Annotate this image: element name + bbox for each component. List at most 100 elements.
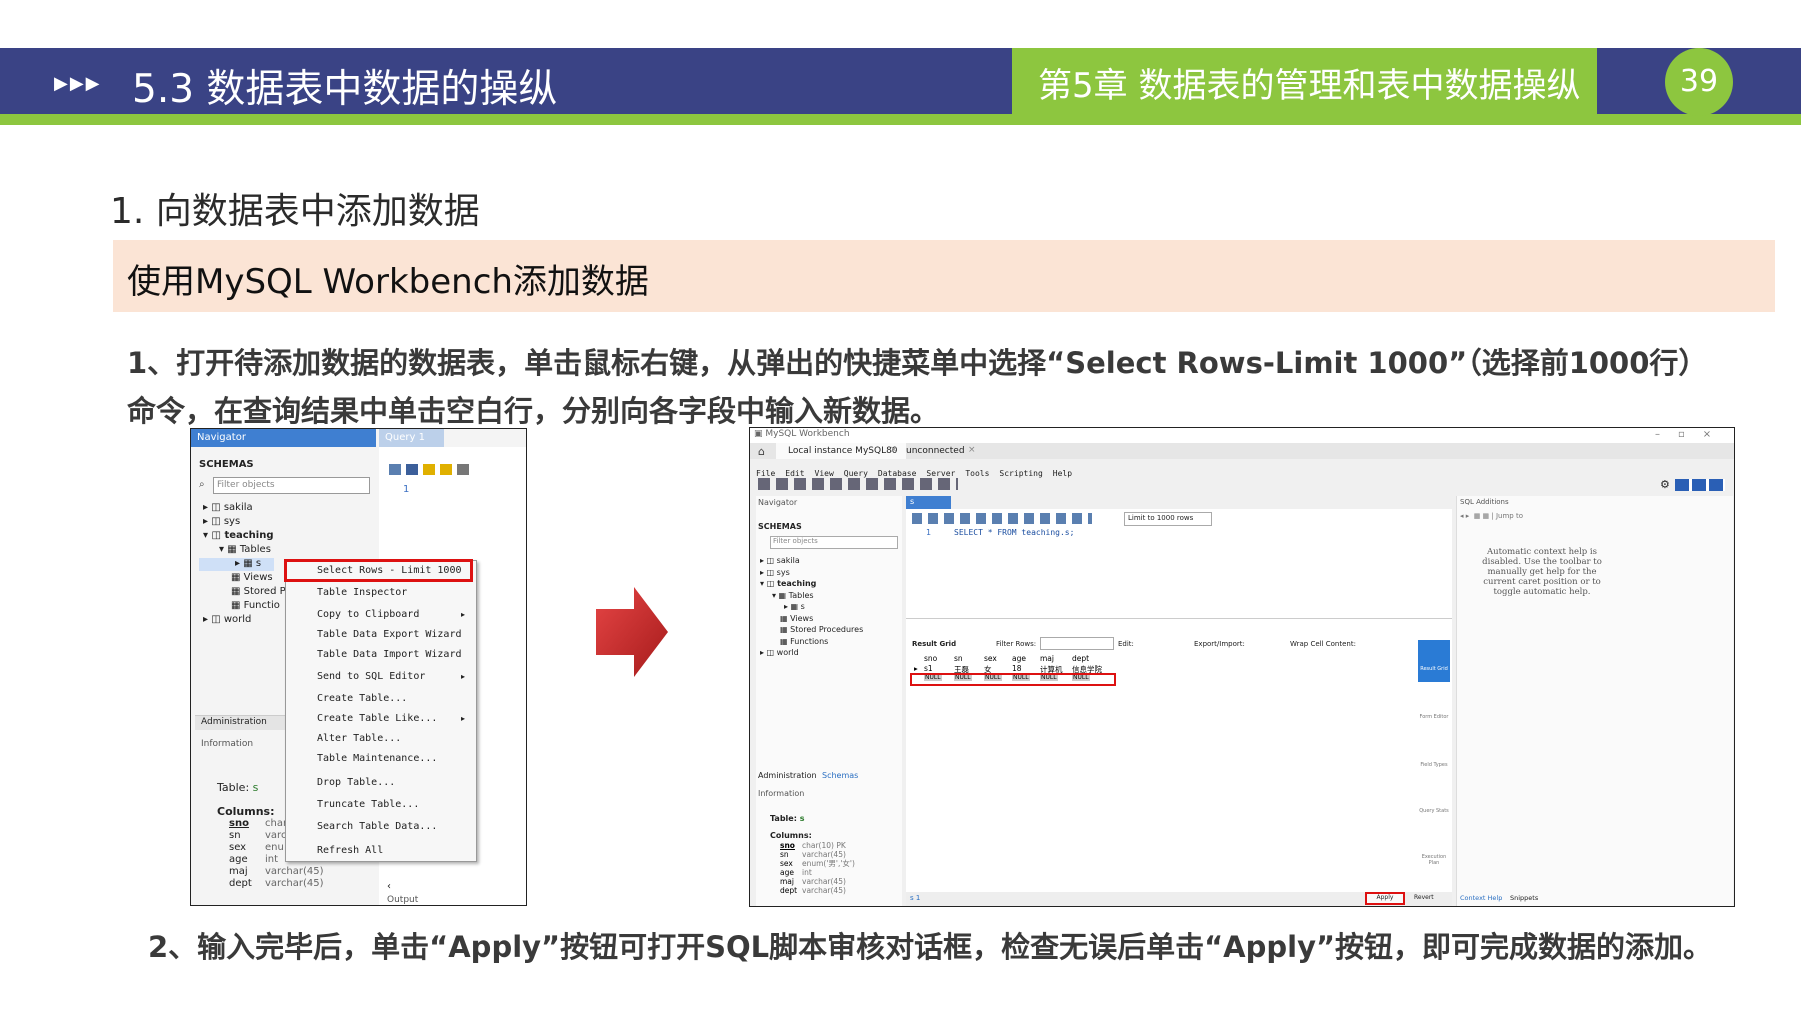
- result-grid-side-button[interactable]: [1418, 640, 1450, 682]
- column-row: dept varchar(45): [229, 878, 324, 890]
- menu-send-sql-editor[interactable]: Send to SQL Editor: [317, 671, 425, 682]
- tab-unconnected[interactable]: unconnected: [906, 446, 965, 456]
- column-type: varchar(45): [802, 886, 846, 895]
- jump-to[interactable]: Jump to: [1496, 512, 1523, 520]
- side-query-stats[interactable]: Query Stats: [1418, 808, 1450, 814]
- tree-tables[interactable]: ▾ ▦ Tables: [219, 544, 271, 555]
- menu-alter-table[interactable]: Alter Table...: [317, 733, 401, 744]
- grid-header: sn: [954, 654, 963, 663]
- tree-item[interactable]: ▸ ◫ world: [760, 647, 863, 659]
- menu-truncate-table[interactable]: Truncate Table...: [317, 799, 419, 810]
- column-name: maj: [780, 877, 794, 886]
- menu-view[interactable]: View: [815, 469, 834, 478]
- tree-item[interactable]: ▾ ▦ Tables: [760, 590, 863, 602]
- tree-item[interactable]: ▦ Views: [760, 613, 863, 625]
- app-title: ▣ MySQL Workbench: [754, 429, 850, 439]
- editor-toolbar[interactable]: [912, 513, 1092, 524]
- menu-table-maintenance[interactable]: Table Maintenance...: [317, 753, 437, 764]
- chapter-title: 第5章 数据表的管理和表中数据操纵: [1038, 66, 1581, 106]
- tree-label: Functio: [243, 600, 280, 611]
- tree-world[interactable]: ▸ ◫ world: [203, 614, 251, 625]
- help-nav[interactable]: ◂ ▸ ▦ ▦ | Jump to: [1460, 512, 1523, 520]
- column-name: sex: [229, 842, 247, 853]
- menu-create-table[interactable]: Create Table...: [317, 693, 407, 704]
- menu-tools[interactable]: Tools: [965, 469, 989, 478]
- app-title-text: MySQL Workbench: [765, 429, 850, 439]
- tree-label: sys: [776, 567, 790, 577]
- schemas-label: SCHEMAS: [199, 459, 254, 470]
- menu-help[interactable]: Help: [1053, 469, 1072, 478]
- menu-server[interactable]: Server: [926, 469, 955, 478]
- menu-import-wizard[interactable]: Table Data Import Wizard: [317, 649, 462, 660]
- grid-header-row: sno sn sex age maj dept: [914, 654, 1108, 664]
- side-field-types[interactable]: Field Types: [1418, 762, 1450, 768]
- tree-table-s[interactable]: ▸ ▦ s: [235, 558, 261, 569]
- grid-header: sno: [924, 654, 938, 663]
- tree-stored[interactable]: ▦ Stored P: [231, 586, 286, 597]
- tree-item[interactable]: ▸ ▦ s: [760, 601, 863, 613]
- filter-rows-input[interactable]: [1040, 637, 1114, 650]
- window-controls[interactable]: –▫×: [1655, 429, 1729, 440]
- edit-label: Edit:: [1118, 640, 1134, 648]
- tree-teaching[interactable]: ▾ ◫ teaching: [203, 530, 274, 541]
- menu-edit[interactable]: Edit: [785, 469, 804, 478]
- home-icon[interactable]: ⌂: [758, 445, 765, 458]
- apply-label: Apply: [1376, 894, 1394, 901]
- tree-sys[interactable]: ▸ ◫ sys: [203, 516, 240, 527]
- result-grid-label[interactable]: Result Grid: [912, 640, 956, 648]
- editor-pane[interactable]: [906, 509, 1452, 906]
- side-execution-plan[interactable]: Execution Plan: [1418, 854, 1450, 866]
- tree-item[interactable]: ▦ Functions: [760, 636, 863, 648]
- menu-scripting[interactable]: Scripting: [999, 469, 1042, 478]
- column-name: dept: [780, 886, 798, 895]
- header-underline: [0, 114, 1801, 125]
- tree-sakila[interactable]: ▸ ◫ sakila: [203, 502, 253, 513]
- main-toolbar[interactable]: [758, 478, 958, 490]
- tree-item[interactable]: ▾ ◫ teaching: [760, 578, 863, 590]
- table-info: Table: s: [217, 781, 258, 794]
- layout-toggle-icons[interactable]: [1675, 479, 1725, 491]
- limit-select-value: Limit to 1000 rows: [1128, 514, 1194, 522]
- menu-select-rows[interactable]: Select Rows - Limit 1000: [317, 565, 462, 576]
- revert-button[interactable]: Revert: [1414, 894, 1434, 901]
- menu-export-wizard[interactable]: Table Data Export Wizard: [317, 629, 462, 640]
- banner-text: 使用MySQL Workbench添加数据: [127, 262, 649, 302]
- close-icon[interactable]: ×: [968, 445, 976, 455]
- tree-item[interactable]: ▸ ◫ sys: [760, 567, 863, 579]
- menu-query[interactable]: Query: [844, 469, 868, 478]
- tree-functions[interactable]: ▦ Functio: [231, 600, 280, 611]
- admin-tab[interactable]: Administration: [758, 771, 817, 780]
- context-help-tab[interactable]: Context Help: [1460, 894, 1502, 902]
- tree-views[interactable]: ▦ Views: [231, 572, 273, 583]
- schemas-tab[interactable]: Schemas: [822, 771, 858, 780]
- menu-database[interactable]: Database: [878, 469, 917, 478]
- scroll-left-icon[interactable]: ‹: [387, 881, 391, 892]
- tree-item[interactable]: ▦ Stored Procedures: [760, 624, 863, 636]
- admin-tab[interactable]: Administration: [201, 717, 267, 727]
- snippets-tab[interactable]: Snippets: [1510, 894, 1538, 902]
- menu-file[interactable]: File: [756, 469, 775, 478]
- sql-line-number: 1: [926, 528, 932, 537]
- settings-icon[interactable]: ⚙: [1660, 478, 1670, 491]
- tree-label: sakila: [223, 502, 253, 513]
- column-name: sno: [229, 818, 249, 829]
- tree-item[interactable]: ▸ ◫ sakila: [760, 555, 863, 567]
- close-icon[interactable]: ×: [890, 445, 898, 455]
- menu-table-inspector[interactable]: Table Inspector: [317, 587, 407, 598]
- table-label: Table:: [770, 814, 797, 823]
- menu-drop-table[interactable]: Drop Table...: [317, 777, 395, 788]
- menu-search-table-data[interactable]: Search Table Data...: [317, 821, 437, 832]
- menu-create-table-like[interactable]: Create Table Like...: [317, 713, 437, 724]
- table-info: Table: s: [770, 814, 804, 823]
- header-arrows: ▶▶▶: [54, 73, 102, 94]
- side-form-editor[interactable]: Form Editor: [1418, 714, 1450, 720]
- menu-refresh-all[interactable]: Refresh All: [317, 845, 383, 856]
- result-tab[interactable]: s 1: [910, 894, 920, 902]
- sql-query[interactable]: SELECT * FROM teaching.s;: [954, 528, 1074, 537]
- column-type: varc: [265, 830, 287, 841]
- side-result-grid-label: Result Grid: [1420, 666, 1448, 672]
- schema-tree[interactable]: ▸ ◫ sakila ▸ ◫ sys ▾ ◫ teaching ▾ ▦ Tabl…: [760, 555, 863, 659]
- menu-copy-clipboard[interactable]: Copy to Clipboard: [317, 609, 419, 620]
- tree-label: s: [800, 602, 805, 611]
- divider: [906, 618, 1452, 619]
